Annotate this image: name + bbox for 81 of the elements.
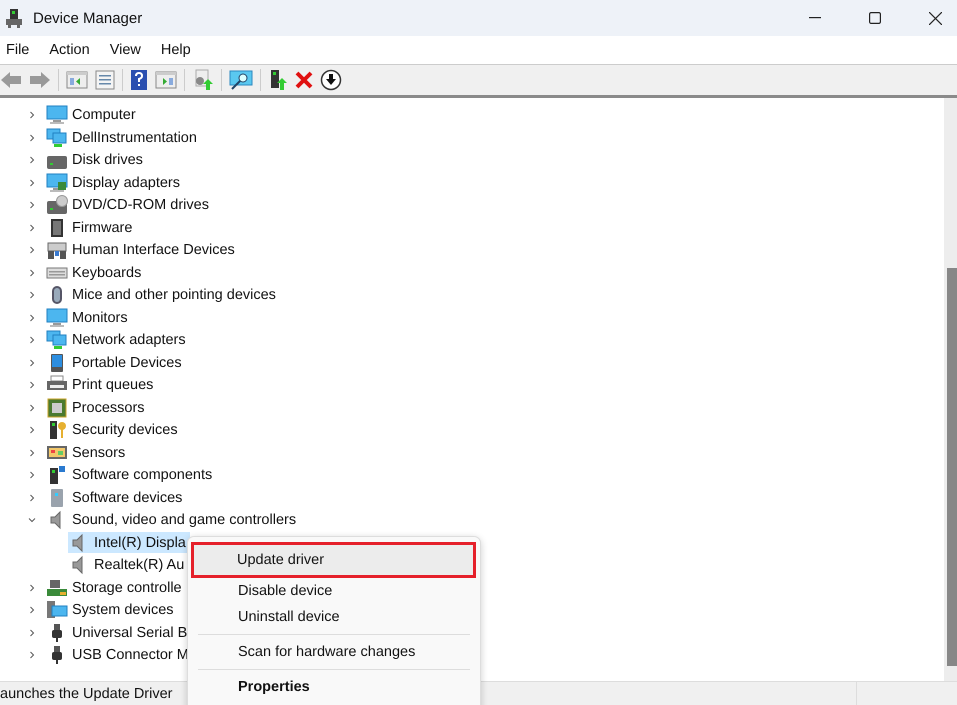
device-icon [46,308,68,328]
expand-chevron-icon[interactable] [28,111,36,120]
expand-chevron-icon[interactable] [28,201,36,210]
tree-item[interactable]: System devices [72,602,174,618]
tree-item[interactable]: Security devices [72,422,178,438]
expand-chevron-icon[interactable] [28,606,36,614]
expand-chevron-icon[interactable] [28,516,36,524]
expand-chevron-icon[interactable] [28,358,36,367]
expand-chevron-icon[interactable] [28,134,36,142]
tree-item[interactable]: Realtek(R) Au [68,554,188,576]
tree-item[interactable]: Print queues [72,377,154,394]
window-panes-icon[interactable] [155,70,177,90]
tree-item[interactable]: Intel(R) Displa [68,532,190,554]
network-icon [46,128,68,148]
menu-item[interactable]: Uninstall device [192,604,476,630]
scrollbar-thumb[interactable] [947,268,957,666]
tree-item[interactable]: Keyboards [72,264,142,281]
expand-chevron-icon[interactable] [28,584,36,592]
expand-chevron-icon[interactable] [28,651,36,660]
properties-sheet-icon[interactable] [95,70,115,90]
expand-chevron-icon[interactable] [28,404,36,412]
expand-chevron-icon[interactable] [28,494,36,502]
device-manager-icon [5,8,23,28]
expand-chevron-icon[interactable] [28,628,36,637]
cross-icon[interactable] [295,71,313,89]
device-icon [46,240,68,260]
tree-item[interactable]: Portable Devices [72,354,182,371]
tree-item[interactable]: Disk drives [72,152,143,168]
expand-chevron-icon[interactable] [28,426,36,434]
expand-chevron-icon[interactable] [28,156,36,164]
tree-item[interactable]: Computer [72,107,136,124]
close-icon[interactable] [929,12,942,24]
expand-chevron-icon[interactable] [28,381,36,390]
network-icon [46,330,68,350]
tree-item[interactable]: Universal Serial B [72,624,188,641]
tree-item[interactable]: Display adapters [72,174,180,191]
minimize-icon[interactable] [809,17,821,19]
down-arrow-circle-icon[interactable] [320,69,342,91]
tree-item[interactable]: Firmware [72,220,132,236]
tree-item[interactable]: Software devices [72,490,182,506]
menu-item[interactable]: Properties [192,674,476,700]
expand-chevron-icon[interactable] [28,471,36,480]
tree-item[interactable]: Network adapters [72,332,186,348]
expand-chevron-icon[interactable] [28,314,36,322]
status-text: aunches the Update Driver [0,686,172,702]
tree-item[interactable]: Storage controlle [72,580,182,596]
expand-chevron-icon[interactable] [28,178,36,187]
expand-chevron-icon[interactable] [28,246,36,254]
expand-chevron-icon[interactable] [28,291,36,300]
menu-item[interactable]: File [0,42,40,58]
tree-item[interactable]: DellInstrumentation [72,130,197,146]
device-arrow-icon[interactable] [268,69,288,91]
device-icon [46,578,68,598]
menu-item[interactable]: Help [154,42,201,58]
monitor-magnifier-icon[interactable] [229,69,253,91]
expand-chevron-icon[interactable] [28,224,36,232]
tree-item[interactable]: Sensors [72,444,126,461]
menu-item[interactable]: View [104,42,151,58]
drive-icon [46,195,68,216]
tree-item[interactable]: Mice and other pointing devices [72,287,276,304]
tree-item[interactable]: Software components [72,467,212,484]
expand-chevron-icon[interactable] [28,268,36,277]
expand-chevron-icon[interactable] [28,448,36,457]
device-icon [46,600,68,620]
tree-item[interactable]: Human Interface Devices [72,242,235,258]
device-icon [46,172,68,193]
tree-item[interactable]: Processors [72,400,145,416]
help-icon[interactable] [130,69,148,91]
tree-item[interactable]: DVD/CD-ROM drives [72,197,209,214]
menu-item[interactable]: Update driver [191,542,476,578]
chip-icon [46,398,68,418]
menu-item[interactable]: Scan for hardware changes [192,639,476,665]
window-panes-icon[interactable] [66,70,88,90]
device-icon [46,105,68,126]
tree-item[interactable]: Monitors [72,310,128,326]
tree-item[interactable]: Sound, video and game controllers [72,512,296,528]
menu-item[interactable]: Action [43,42,100,58]
menu-item[interactable]: Disable device [192,578,476,604]
window-title: Device Manager [33,10,142,26]
maximize-icon[interactable] [869,12,881,24]
expand-chevron-icon[interactable] [28,336,36,344]
